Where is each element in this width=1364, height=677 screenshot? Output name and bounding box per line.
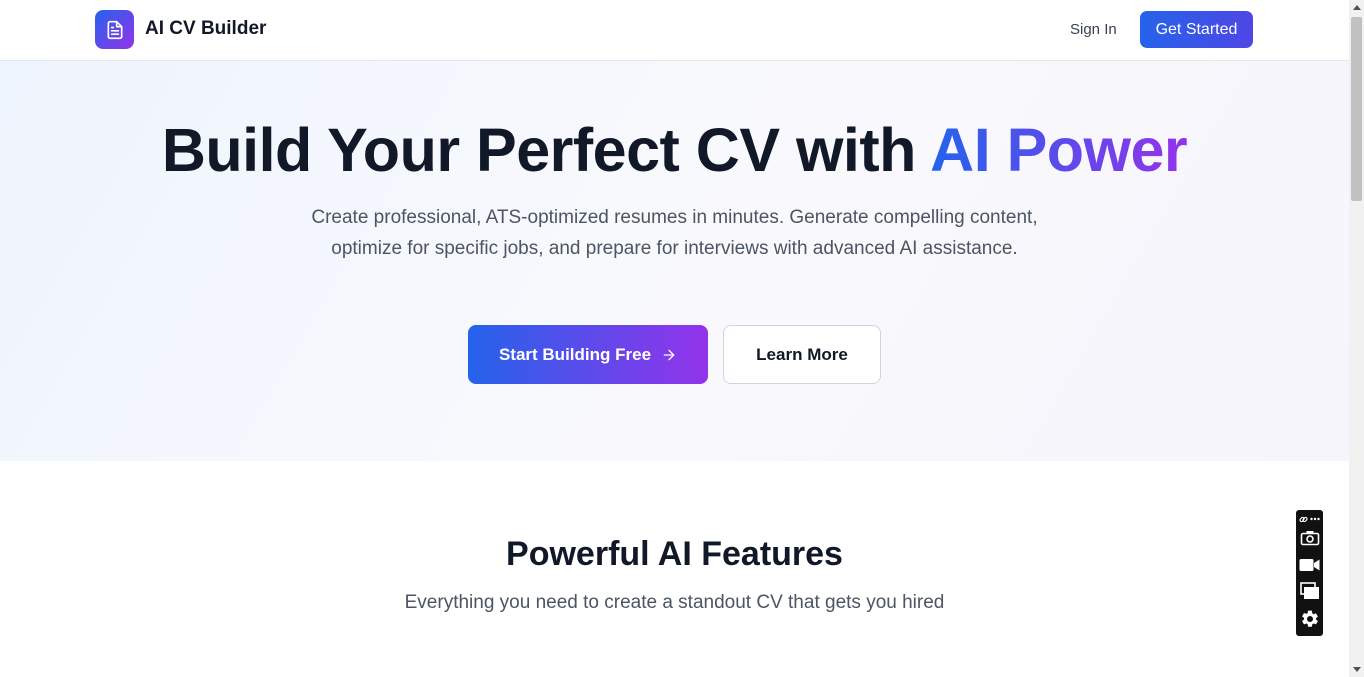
windows-tool[interactable] <box>1296 581 1323 601</box>
hero-title-main: Build Your Perfect CV with <box>161 116 931 184</box>
start-building-label: Start Building Free <box>498 344 652 364</box>
windows-icon <box>1299 582 1319 599</box>
features-subtitle: Everything you need to create a standout… <box>404 592 945 613</box>
record-tool[interactable] <box>1296 555 1323 575</box>
camera-icon <box>1300 531 1319 546</box>
hero-title-accent: AI Power <box>930 116 1188 184</box>
video-icon <box>1299 559 1320 571</box>
top-nav: AI CV Builder Sign In Get Started <box>0 0 1349 61</box>
scroll-down-button[interactable] <box>1349 662 1364 677</box>
hero-subtitle: Create professional, ATS-optimized resum… <box>311 207 1038 259</box>
gear-icon <box>1301 610 1318 627</box>
logo[interactable] <box>95 10 134 49</box>
brand-name[interactable]: AI CV Builder <box>145 18 266 40</box>
floating-toolbar <box>1296 510 1323 636</box>
get-started-button[interactable]: Get Started <box>1140 11 1253 48</box>
scrollbar-thumb[interactable] <box>1351 17 1362 201</box>
learn-more-button[interactable]: Learn More <box>723 325 881 384</box>
more-icon[interactable] <box>1310 517 1320 521</box>
hero-title: Build Your Perfect CV with AI Power <box>0 115 1349 185</box>
screenshot-tool[interactable] <box>1296 528 1323 548</box>
scroll-up-button[interactable] <box>1349 0 1364 15</box>
arrow-right-icon <box>663 349 675 360</box>
start-building-button[interactable]: Start Building Free <box>468 325 708 384</box>
chevron-down-icon <box>1352 667 1361 672</box>
sign-in-link[interactable]: Sign In <box>1064 19 1123 40</box>
chevron-up-icon <box>1352 5 1361 10</box>
hero-section: Build Your Perfect CV with AI Power Crea… <box>0 61 1349 461</box>
settings-tool[interactable] <box>1296 608 1323 630</box>
link-icon[interactable] <box>1299 515 1308 524</box>
document-icon <box>107 20 122 39</box>
features-title: Powerful AI Features <box>506 535 843 573</box>
link-more-row <box>1296 512 1323 526</box>
vertical-scrollbar[interactable] <box>1349 0 1364 677</box>
